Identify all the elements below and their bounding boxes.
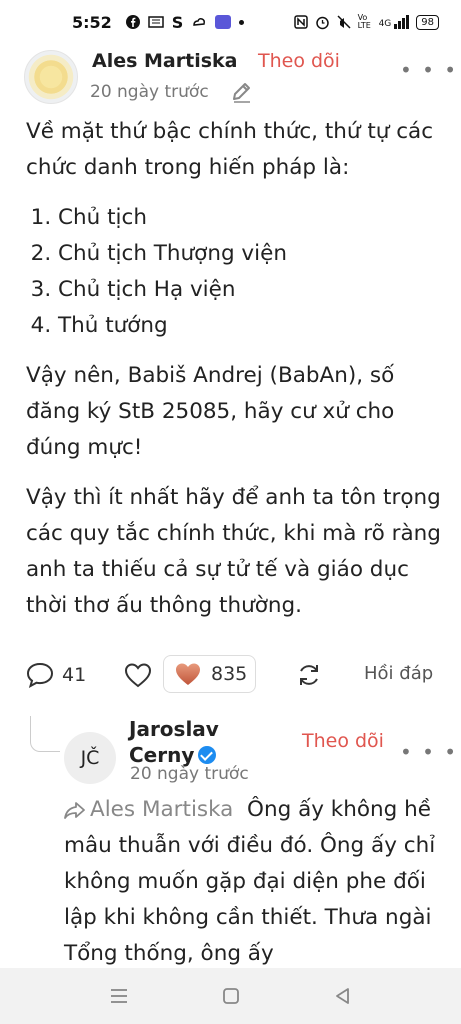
verified-icon	[198, 746, 217, 764]
menu-icon[interactable]	[109, 986, 129, 1006]
mute-icon	[337, 15, 351, 29]
reply-time: 20 ngày trước	[130, 764, 249, 784]
signal-icon: 4G	[379, 15, 410, 29]
reply-button[interactable]: Hồi đáp	[364, 663, 433, 684]
comment-paragraph: Vậy nên, Babiš Andrej (BabAn), số đăng k…	[26, 363, 395, 460]
reply-mention[interactable]: Ales Martiska	[64, 797, 233, 822]
dot-icon	[239, 19, 245, 25]
comment-actions: 41 835 Hồi đáp	[0, 654, 461, 698]
comment-intro: Về mặt thứ bậc chính thức, thứ tự các ch…	[26, 119, 434, 180]
rank-list: Chủ tịch Chủ tịch Thượng viện Chủ tịch H…	[26, 200, 446, 344]
app-square-icon	[215, 15, 232, 29]
facebook-icon	[125, 15, 140, 29]
like-button[interactable]	[124, 662, 152, 688]
home-icon[interactable]	[221, 986, 241, 1006]
comment-icon	[26, 662, 54, 688]
s-app-icon: S	[171, 12, 184, 32]
status-bar: 5:52 S Vo LTE 4G 98	[0, 0, 461, 44]
status-right-icons: Vo LTE 4G 98	[293, 13, 439, 30]
reply-mention-name: Ales Martiska	[90, 797, 234, 822]
more-options-icon[interactable]: • • •	[400, 58, 458, 82]
list-item: Thủ tướng	[58, 308, 446, 344]
comment-count-button[interactable]: 41	[26, 662, 86, 688]
reply-text: Ông ấy không hề mâu thuẫn với điều đó. Ô…	[64, 797, 436, 966]
comment-count: 41	[62, 664, 87, 686]
repost-button[interactable]	[296, 662, 322, 688]
reply-body: Ales Martiska Ông ấy không hề mâu thuẫn …	[64, 792, 444, 972]
system-nav-bar	[0, 968, 461, 1024]
comment-time: 20 ngày trước	[90, 82, 209, 102]
reply-author[interactable]: Jaroslav Cerny	[129, 716, 279, 768]
back-icon[interactable]	[333, 986, 353, 1006]
repost-icon	[300, 665, 318, 685]
nfc-icon	[293, 15, 308, 29]
list-item: Chủ tịch Thượng viện	[58, 236, 446, 272]
comment-body: Về mặt thứ bậc chính thức, thứ tự các ch…	[26, 114, 446, 638]
list-item: Chủ tịch	[58, 200, 446, 236]
list-item: Chủ tịch Hạ viện	[58, 272, 446, 308]
reply-arrow-icon	[64, 802, 85, 819]
edited-icon	[233, 83, 250, 103]
comment-author[interactable]: Ales Martiska	[92, 50, 238, 72]
follow-button[interactable]: Theo dõi	[258, 50, 340, 72]
weather-icon	[193, 18, 206, 26]
news-icon	[148, 16, 164, 28]
reply-more-options-icon[interactable]: • • •	[400, 740, 458, 764]
heart-outline-icon	[124, 663, 152, 688]
status-time: 5:52	[72, 12, 112, 32]
status-left-icons: S	[125, 12, 245, 32]
reaction-count-button[interactable]: 835	[163, 655, 256, 693]
reaction-count: 835	[211, 663, 248, 685]
avatar[interactable]	[24, 50, 78, 104]
battery-icon: 98	[416, 14, 439, 30]
comment-paragraph: Vậy thì ít nhất hãy để anh ta tôn trọng …	[26, 485, 441, 618]
signal-label: 4G	[378, 19, 392, 29]
volte-icon: Vo LTE	[357, 13, 371, 30]
reply-follow-button[interactable]: Theo dõi	[302, 730, 384, 752]
reply-avatar[interactable]: JČ	[64, 732, 116, 784]
alarm-icon	[315, 16, 329, 29]
thread-connector	[30, 716, 60, 752]
heart-reaction-icon	[176, 663, 200, 685]
